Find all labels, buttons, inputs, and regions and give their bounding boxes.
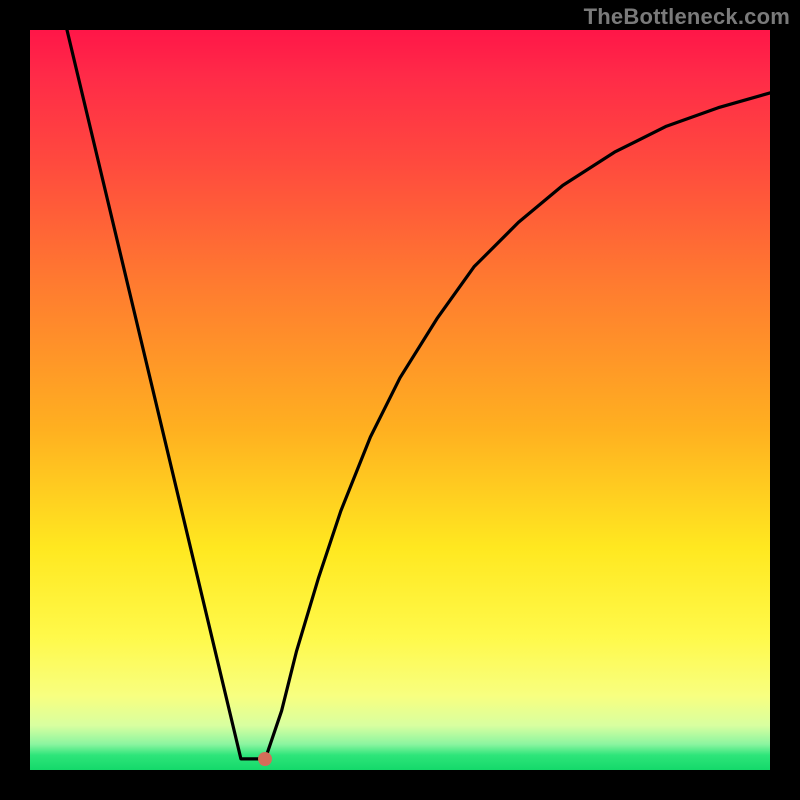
watermark-text: TheBottleneck.com — [584, 4, 790, 30]
chart-frame: TheBottleneck.com — [0, 0, 800, 800]
curve-path — [67, 30, 770, 759]
plot-area — [30, 30, 770, 770]
curve-svg — [30, 30, 770, 770]
